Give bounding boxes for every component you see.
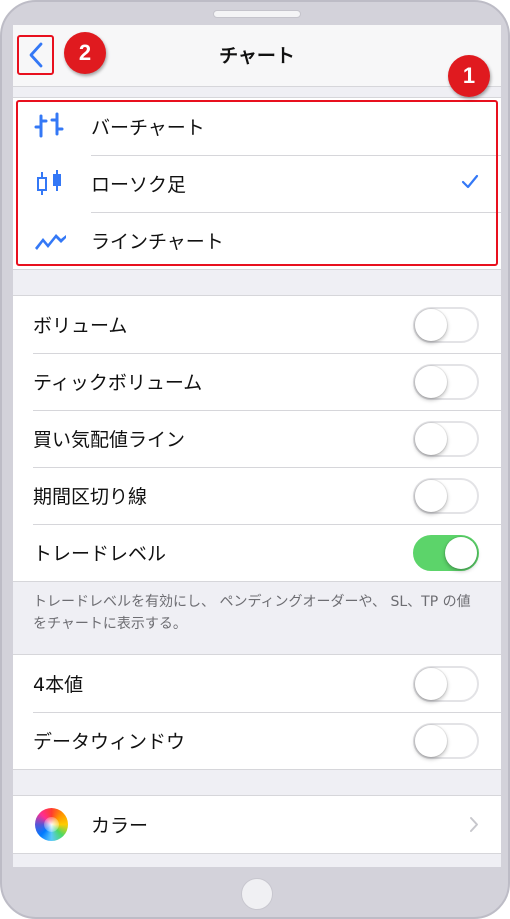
chart-type-label: ローソク足 bbox=[91, 174, 187, 196]
speaker-slot bbox=[213, 10, 301, 18]
candlestick-icon bbox=[37, 170, 61, 195]
setting-label: 4本値 bbox=[33, 674, 84, 696]
home-button[interactable] bbox=[241, 878, 273, 910]
setting-label: 買い気配値ライン bbox=[33, 429, 186, 451]
setting-label: トレードレベル bbox=[33, 543, 167, 565]
toggle-knob bbox=[415, 480, 447, 512]
setting-label: 期間区切り線 bbox=[33, 486, 148, 508]
ohlc-toggle[interactable] bbox=[413, 666, 479, 702]
callout-badge-1: 1 bbox=[448, 55, 490, 97]
color-row[interactable]: カラー bbox=[13, 796, 501, 853]
setting-label: データウィンドウ bbox=[33, 731, 186, 753]
toggle-knob bbox=[415, 366, 447, 398]
phone-frame: チャート バーチャート ローソク足 ラインチャート ボリューム ティックボリュー… bbox=[0, 0, 510, 919]
checkmark-icon bbox=[461, 174, 479, 189]
callout-badge-2: 2 bbox=[64, 32, 106, 74]
chart-type-label: バーチャート bbox=[91, 117, 205, 139]
setting-trade-levels: トレードレベル bbox=[13, 524, 501, 581]
color-wheel-icon bbox=[35, 808, 68, 841]
setting-label: ティックボリューム bbox=[33, 372, 203, 394]
chevron-right-icon bbox=[470, 817, 478, 832]
chart-type-line[interactable]: ラインチャート bbox=[13, 212, 501, 269]
setting-volume: ボリューム bbox=[13, 296, 501, 353]
toggle-knob bbox=[415, 725, 447, 757]
toggle-knob bbox=[415, 309, 447, 341]
ask-line-toggle[interactable] bbox=[413, 421, 479, 457]
back-button[interactable] bbox=[17, 35, 54, 75]
volume-toggle[interactable] bbox=[413, 307, 479, 343]
trade-levels-toggle[interactable] bbox=[413, 535, 479, 571]
setting-ohlc: 4本値 bbox=[13, 655, 501, 712]
line-chart-icon bbox=[35, 234, 66, 250]
bar-chart-icon bbox=[34, 112, 64, 138]
setting-tick-volume: ティックボリューム bbox=[13, 353, 501, 410]
chart-type-label: ラインチャート bbox=[91, 231, 224, 253]
setting-data-window: データウィンドウ bbox=[13, 712, 501, 769]
chart-type-bar[interactable]: バーチャート bbox=[13, 98, 501, 155]
display-settings-list: ボリューム ティックボリューム 買い気配値ライン 期間区切り線 トレードレベル bbox=[13, 295, 501, 582]
color-settings-list: カラー bbox=[13, 795, 501, 854]
setting-period-separators: 期間区切り線 bbox=[13, 467, 501, 524]
extra-settings-list: 4本値 データウィンドウ bbox=[13, 654, 501, 770]
chart-type-candlestick[interactable]: ローソク足 bbox=[13, 155, 501, 212]
setting-ask-line: 買い気配値ライン bbox=[13, 410, 501, 467]
tick-volume-toggle[interactable] bbox=[413, 364, 479, 400]
trade-levels-description: トレードレベルを有効にし、 ペンディングオーダーや、 SL、TP の値をチャート… bbox=[33, 594, 471, 632]
chevron-left-icon bbox=[29, 42, 42, 68]
toggle-knob bbox=[415, 668, 447, 700]
data-window-toggle[interactable] bbox=[413, 723, 479, 759]
color-label: カラー bbox=[91, 815, 149, 837]
screen: チャート バーチャート ローソク足 ラインチャート ボリューム ティックボリュー… bbox=[13, 25, 501, 867]
period-separators-toggle[interactable] bbox=[413, 478, 479, 514]
toggle-knob bbox=[415, 423, 447, 455]
setting-label: ボリューム bbox=[33, 315, 128, 337]
toggle-knob bbox=[445, 537, 477, 569]
chart-type-list: バーチャート ローソク足 ラインチャート bbox=[13, 97, 501, 270]
